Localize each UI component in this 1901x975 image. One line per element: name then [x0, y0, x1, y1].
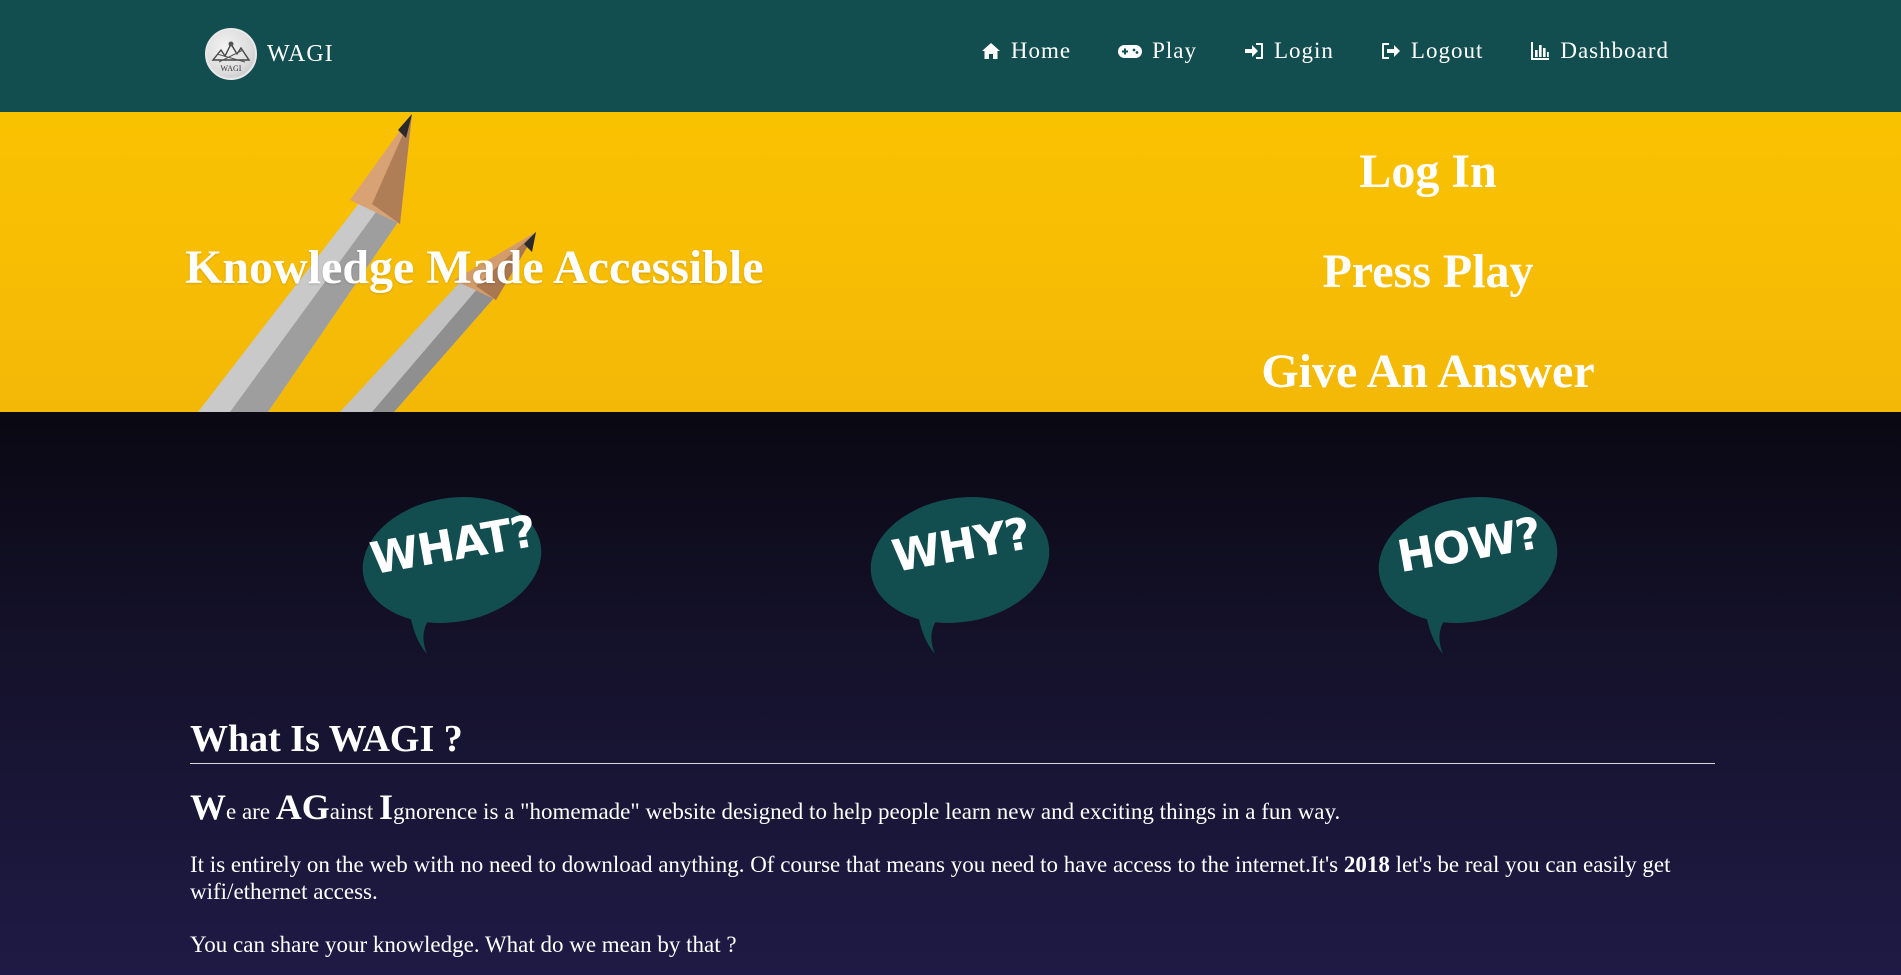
- wagi-logo-icon: WAGI: [205, 28, 257, 80]
- how-bubble: HOW?: [1373, 490, 1563, 660]
- nav-home-label: Home: [1010, 38, 1072, 63]
- intro-i: I: [379, 787, 394, 827]
- about-paragraph-3: You can share your knowledge. What do we…: [190, 932, 737, 957]
- intro-w-rest: e are: [226, 799, 276, 824]
- step-log-in: Log In: [1359, 145, 1497, 198]
- intro-ag-rest: ainst: [329, 799, 379, 824]
- about-section: What Is WAGI ? We are AGainst Ignorence …: [190, 717, 1715, 958]
- brand-link[interactable]: WAGI WAGI: [205, 28, 334, 80]
- sign-out-icon: [1380, 40, 1402, 62]
- speech-bubbles: WHAT? WHY? HOW?: [0, 490, 1901, 660]
- bar-chart-icon: [1529, 40, 1551, 62]
- nav-home[interactable]: Home: [980, 38, 1071, 64]
- nav-play[interactable]: Play: [1117, 38, 1197, 64]
- nav-login[interactable]: Login: [1243, 38, 1334, 64]
- intro-i-rest: gnorence is a "homemade" website designe…: [393, 799, 1341, 824]
- sign-in-icon: [1243, 40, 1265, 62]
- brand-name: WAGI: [267, 40, 334, 67]
- step-give-answer: Give An Answer: [1261, 345, 1595, 398]
- nav-dashboard[interactable]: Dashboard: [1529, 38, 1669, 64]
- nav-logout-label: Logout: [1410, 38, 1484, 63]
- nav-login-label: Login: [1273, 38, 1334, 63]
- nav-play-label: Play: [1152, 38, 1197, 63]
- nav-logout[interactable]: Logout: [1380, 38, 1483, 64]
- about-intro: We are AGainst Ignorence is a "homemade"…: [190, 789, 1715, 825]
- hero-banner: Knowledge Made Accessible Log In Press P…: [0, 112, 1901, 412]
- hero-tagline: Knowledge Made Accessible: [185, 241, 764, 294]
- para2-year: 2018: [1343, 852, 1390, 877]
- nav-dashboard-label: Dashboard: [1560, 38, 1669, 63]
- about-title: What Is WAGI ?: [190, 717, 1715, 764]
- main-section: WHAT? WHY? HOW? What Is WAGI ? We are AG…: [0, 412, 1901, 975]
- navbar: WAGI WAGI Home Play Login Logout Dashboa…: [0, 0, 1901, 112]
- para2-before: It is entirely on the web with no need t…: [190, 852, 1344, 877]
- step-press-play: Press Play: [1322, 245, 1534, 298]
- what-bubble: WHAT?: [357, 490, 547, 660]
- logo-text: WAGI: [220, 64, 242, 73]
- intro-ag: AG: [275, 787, 330, 827]
- about-paragraph-2: It is entirely on the web with no need t…: [190, 851, 1715, 905]
- intro-w: W: [190, 787, 226, 827]
- home-icon: [980, 40, 1002, 62]
- gamepad-icon: [1117, 40, 1143, 62]
- nav-links: Home Play Login Logout Dashboard: [980, 38, 1669, 64]
- why-bubble: WHY?: [865, 490, 1055, 660]
